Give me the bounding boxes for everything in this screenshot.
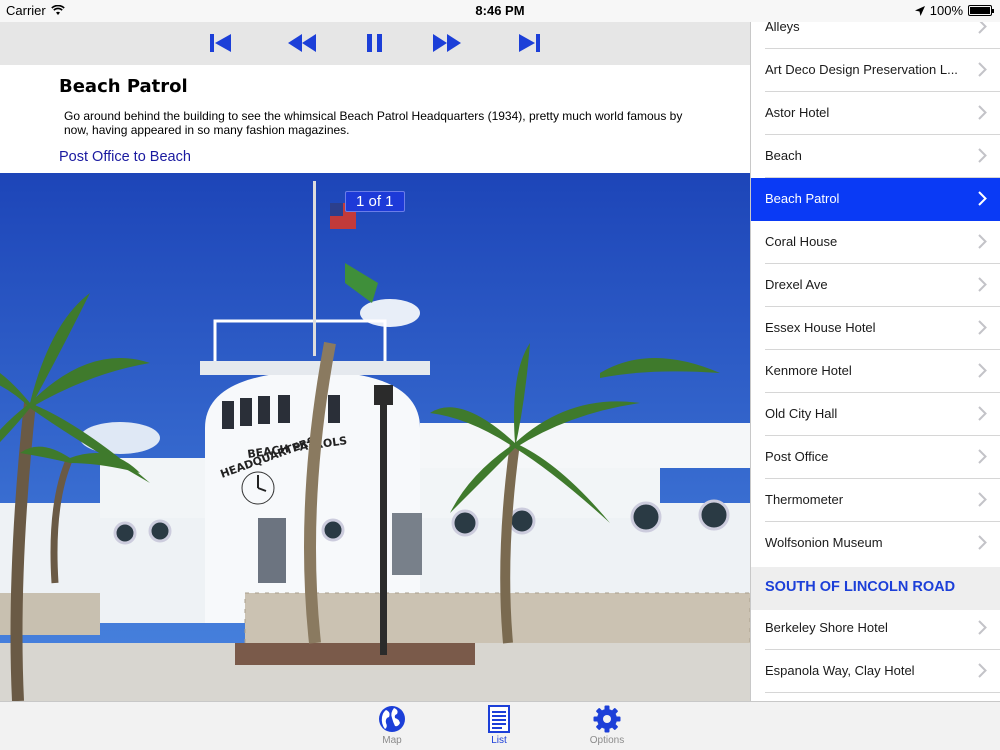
chevron-right-icon xyxy=(978,363,987,378)
tab-label-map: Map xyxy=(382,735,402,746)
stop-info: Beach Patrol Go around behind the buildi… xyxy=(0,65,750,173)
list-item-label: Post Office xyxy=(765,449,829,464)
tab-bar: Map List Options xyxy=(0,701,1000,750)
document-list-icon xyxy=(488,705,510,733)
list-item[interactable]: Art Deco Design Preservation L... xyxy=(751,49,1000,92)
list-item[interactable]: Espanola Way, Clay Hotel xyxy=(751,650,1000,693)
list-item[interactable]: Beach xyxy=(751,135,1000,178)
gear-icon xyxy=(593,705,621,733)
list-item[interactable]: Post Office xyxy=(751,436,1000,479)
detail-panel: Beach Patrol Go around behind the buildi… xyxy=(0,22,750,701)
list-item-label: Coral House xyxy=(765,234,838,249)
status-bar: Carrier 8:46 PM 100% xyxy=(0,0,1000,22)
stop-title: Beach Patrol xyxy=(59,76,188,97)
status-right: 100% xyxy=(914,3,994,18)
list-item-label: Beach xyxy=(765,148,802,163)
chevron-right-icon xyxy=(978,449,987,464)
list-item-label: Drexel Ave xyxy=(765,277,828,292)
chevron-right-icon xyxy=(978,492,987,507)
chevron-right-icon xyxy=(978,148,987,163)
chevron-right-icon xyxy=(978,663,987,678)
beach-patrol-photo: BEACH PATROLS HEADQUARTERS xyxy=(0,173,750,701)
chevron-right-icon xyxy=(978,62,987,77)
list-item-label: Kenmore Hotel xyxy=(765,363,852,378)
list-item-label: Wolfsonion Museum xyxy=(765,535,883,550)
audio-toolbar xyxy=(0,22,750,65)
list-item[interactable]: Wolfsonion Museum xyxy=(751,522,1000,565)
location-arrow-icon xyxy=(914,5,925,16)
status-time: 8:46 PM xyxy=(475,3,525,18)
list-item-label: Espanola Way, Clay Hotel xyxy=(765,663,915,678)
list-item-label: Essex House Hotel xyxy=(765,320,876,335)
list-item-label: Astor Hotel xyxy=(765,105,830,120)
tab-label-options: Options xyxy=(589,735,625,746)
chevron-right-icon xyxy=(978,234,987,249)
list-item[interactable]: Drexel Ave xyxy=(751,264,1000,307)
chevron-right-icon xyxy=(978,406,987,421)
list-item-selected[interactable]: Beach Patrol xyxy=(751,178,1000,221)
list-item-label: Old City Hall xyxy=(765,406,838,421)
chevron-right-icon xyxy=(978,320,987,335)
chevron-right-icon xyxy=(978,277,987,292)
battery-percent: 100% xyxy=(929,3,963,18)
tab-label-list: List xyxy=(491,735,507,746)
list-item[interactable]: Thermometer xyxy=(751,479,1000,522)
list-item-label: Thermometer xyxy=(765,492,844,507)
stop-description: Go around behind the building to see the… xyxy=(64,109,683,137)
section-header-label: SOUTH OF LINCOLN ROAD xyxy=(765,579,956,595)
list-item[interactable]: Old City Hall xyxy=(751,393,1000,436)
tab-list[interactable]: List xyxy=(469,704,529,749)
list-item-label: Beach Patrol xyxy=(765,191,840,206)
tab-options[interactable]: Options xyxy=(577,704,637,749)
list-item[interactable]: Coral House xyxy=(751,221,1000,264)
tab-map[interactable]: Map xyxy=(362,704,422,749)
list-item-label: Alleys xyxy=(765,22,800,34)
route-link[interactable]: Post Office to Beach xyxy=(59,149,191,165)
list-item-label: Art Deco Design Preservation L... xyxy=(765,62,958,77)
photo-counter: 1 of 1 xyxy=(345,191,405,212)
list-item[interactable]: Astor Hotel xyxy=(751,92,1000,135)
list-item[interactable]: Berkeley Shore Hotel xyxy=(751,607,1000,650)
stop-photo[interactable]: BEACH PATROLS HEADQUARTERS 1 of 1 xyxy=(0,173,750,701)
globe-icon xyxy=(379,706,405,732)
section-header: SOUTH OF LINCOLN ROAD xyxy=(751,567,1000,610)
chevron-right-icon xyxy=(978,620,987,635)
list-item-label: Berkeley Shore Hotel xyxy=(765,620,888,635)
list-item[interactable]: Alleys xyxy=(751,22,1000,49)
rewind-icon[interactable] xyxy=(287,32,317,54)
chevron-right-icon xyxy=(978,191,987,206)
chevron-right-icon xyxy=(978,535,987,550)
skip-forward-icon[interactable] xyxy=(516,32,542,54)
list-item[interactable]: Kenmore Hotel xyxy=(751,350,1000,393)
chevron-right-icon xyxy=(978,22,987,34)
skip-back-icon[interactable] xyxy=(208,32,234,54)
stops-list: Alleys Art Deco Design Preservation L...… xyxy=(750,22,1000,701)
battery-icon xyxy=(968,5,994,16)
pause-icon[interactable] xyxy=(362,32,388,54)
list-item[interactable]: Essex House Hotel xyxy=(751,307,1000,350)
chevron-right-icon xyxy=(978,105,987,120)
fast-forward-icon[interactable] xyxy=(432,32,462,54)
